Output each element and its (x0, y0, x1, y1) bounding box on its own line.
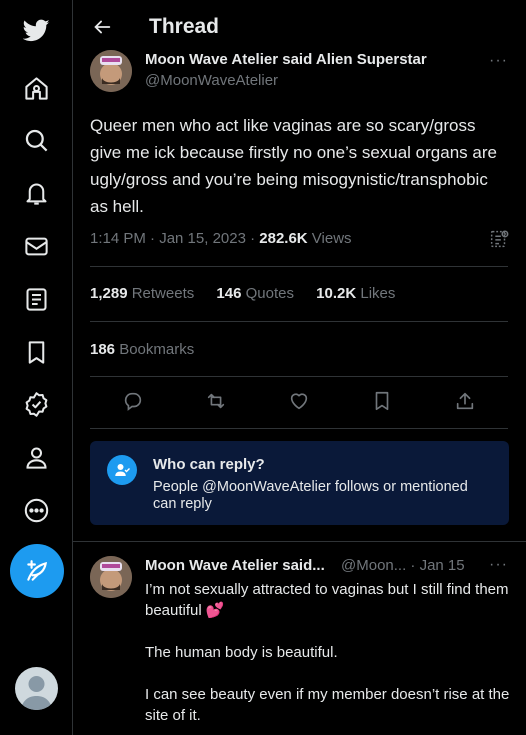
account-avatar[interactable] (15, 667, 58, 710)
profile-person-icon[interactable] (18, 439, 54, 475)
divider (90, 428, 508, 429)
author-avatar[interactable] (90, 50, 132, 92)
sidebar (0, 0, 73, 735)
thread-header: Thread (73, 0, 526, 55)
reply-button[interactable] (122, 390, 146, 414)
author-name[interactable]: Moon Wave Atelier said Alien Superstar (145, 51, 427, 68)
reply-handle-date[interactable]: @Moon... · Jan 15 (341, 557, 465, 574)
likes-stat[interactable]: 10.2K Likes (316, 285, 395, 302)
reply-paragraph: The human body is beautiful. (145, 644, 338, 661)
feather-plus-icon (27, 560, 48, 581)
reply-text: I’m not sexually attracted to vaginas bu… (145, 579, 515, 735)
who-can-reply-description: People @MoonWaveAtelier follows or menti… (153, 479, 468, 512)
divider (90, 321, 508, 322)
retweets-stat[interactable]: 1,289 Retweets (90, 285, 194, 302)
tweet-meta: 1:14 PM · Jan 15, 2023 · 282.6K Views (90, 230, 352, 247)
search-icon[interactable] (18, 122, 54, 158)
tweet-text: Queer men who act like vaginas are so sc… (90, 116, 497, 216)
home-icon[interactable] (18, 70, 54, 106)
reply-paragraph: I can see beauty even if my member doesn… (145, 686, 510, 724)
twitter-logo-icon[interactable] (18, 12, 54, 48)
page-title: Thread (149, 15, 220, 38)
compose-tweet-button[interactable] (10, 544, 64, 598)
more-options-icon[interactable]: ··· (489, 52, 508, 70)
back-arrow-icon[interactable] (91, 16, 113, 38)
reply-author-name[interactable]: Moon Wave Atelier said... (145, 557, 325, 574)
divider (73, 541, 526, 542)
who-can-reply-box: Who can reply? People @MoonWaveAtelier f… (90, 441, 509, 525)
engagement-stats: 1,289 Retweets 146 Quotes 10.2K Likes (90, 285, 413, 302)
bookmark-icon (375, 391, 389, 411)
reply-more-options-icon[interactable]: ··· (489, 556, 508, 574)
reply-bubble-icon (124, 392, 142, 411)
bookmark-button[interactable] (371, 390, 395, 414)
bookmarks-icon[interactable] (18, 334, 54, 370)
views-count: 282.6K (259, 230, 308, 247)
retweet-button[interactable] (205, 390, 229, 414)
tweet-actions (90, 388, 510, 418)
share-upload-icon (456, 392, 474, 410)
lists-icon[interactable] (18, 281, 54, 317)
divider (90, 376, 508, 377)
like-button[interactable] (288, 390, 312, 414)
retweet-icon (207, 393, 225, 409)
messages-envelope-icon[interactable] (18, 228, 54, 264)
more-circle-icon[interactable] (18, 492, 54, 528)
notifications-bell-icon[interactable] (18, 175, 54, 211)
mention-person-icon (107, 455, 137, 485)
main-column: Thread Moon Wave Atelier said Alien Supe… (73, 0, 526, 735)
reply-paragraph: I’m not sexually attracted to vaginas bu… (145, 581, 509, 619)
heart-icon (290, 393, 308, 410)
bookmarks-stat[interactable]: 186 Bookmarks (90, 341, 194, 358)
divider (90, 266, 508, 267)
analytics-icon[interactable] (488, 228, 510, 250)
share-button[interactable] (454, 390, 478, 414)
quotes-stat[interactable]: 146 Quotes (216, 285, 294, 302)
two-hearts-emoji: 💕 (205, 602, 225, 619)
views-label: Views (307, 230, 352, 247)
reply-author-avatar[interactable] (90, 556, 132, 598)
author-handle[interactable]: @MoonWaveAtelier (145, 72, 278, 89)
tweet-timestamp[interactable]: 1:14 PM · Jan 15, 2023 · (90, 230, 259, 247)
verified-badge-icon[interactable] (18, 386, 54, 422)
who-can-reply-title: Who can reply? (153, 456, 265, 473)
